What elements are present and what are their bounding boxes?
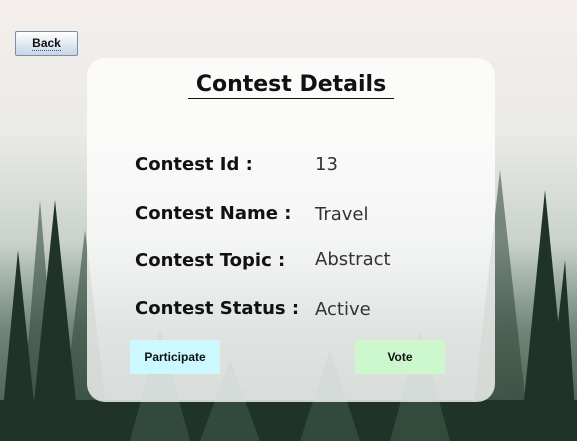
participate-button[interactable]: Participate	[130, 340, 220, 374]
contest-name-label: Contest Name :	[135, 203, 292, 224]
contest-topic-label: Contest Topic :	[135, 250, 286, 271]
contest-topic-value: Abstract	[315, 249, 391, 270]
page-title-text: Contest Details	[187, 72, 395, 99]
back-button[interactable]: Back	[15, 31, 78, 56]
page-title: Contest Details	[87, 72, 495, 99]
contest-id-label: Contest Id :	[135, 154, 253, 175]
contest-details-card: Contest Details Contest Id : 13 Contest …	[87, 58, 495, 402]
vote-button[interactable]: Vote	[355, 340, 445, 374]
contest-status-value: Active	[315, 299, 371, 320]
contest-id-value: 13	[315, 154, 338, 175]
contest-name-value: Travel	[315, 204, 369, 225]
back-button-label: Back	[32, 36, 61, 51]
contest-status-label: Contest Status :	[135, 298, 300, 319]
